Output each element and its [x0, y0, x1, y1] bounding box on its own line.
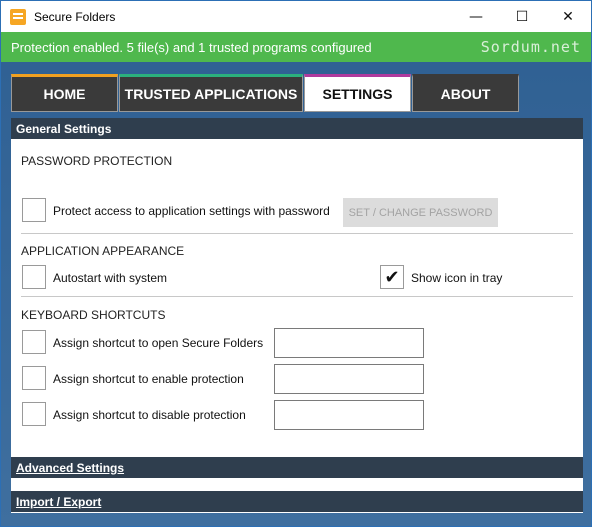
app-icon [10, 8, 26, 25]
tab-settings[interactable]: SETTINGS [304, 74, 411, 112]
shortcut-enable-label: Assign shortcut to enable protection [53, 372, 244, 386]
section-gap [11, 478, 583, 491]
window-controls: — ☐ ✕ [453, 1, 591, 32]
status-text: Protection enabled. 5 file(s) and 1 trus… [11, 39, 372, 55]
set-change-password-button[interactable]: SET / CHANGE PASSWORD [343, 198, 498, 227]
password-protect-checkbox[interactable] [22, 198, 46, 222]
show-tray-icon-label: Show icon in tray [411, 271, 503, 285]
close-button[interactable]: ✕ [545, 1, 591, 32]
shortcut-enable-input[interactable] [274, 364, 424, 394]
maximize-button[interactable]: ☐ [499, 1, 545, 32]
shortcut-disable-checkbox[interactable] [22, 402, 46, 426]
shortcut-open-input[interactable] [274, 328, 424, 358]
autostart-checkbox[interactable] [22, 265, 46, 289]
divider [21, 233, 573, 234]
title-bar[interactable]: Secure Folders — ☐ ✕ [1, 1, 591, 32]
tab-trusted-applications[interactable]: TRUSTED APPLICATIONS [119, 74, 303, 112]
shortcut-enable-checkbox[interactable] [22, 366, 46, 390]
tab-home[interactable]: HOME [11, 74, 118, 112]
general-settings-body: PASSWORD PROTECTION Protect access to ap… [11, 139, 583, 457]
checkmark-icon: ✔ [384, 266, 400, 288]
shortcut-open-label: Assign shortcut to open Secure Folders [53, 336, 264, 350]
general-settings-header[interactable]: General Settings [11, 118, 583, 139]
password-protect-label: Protect access to application settings w… [53, 204, 330, 218]
shortcut-disable-input[interactable] [274, 400, 424, 430]
keyboard-shortcuts-title: KEYBOARD SHORTCUTS [21, 308, 166, 322]
tab-about[interactable]: ABOUT [412, 74, 519, 112]
minimize-button[interactable]: — [453, 1, 499, 32]
shortcut-open-checkbox[interactable] [22, 330, 46, 354]
app-window: Secure Folders — ☐ ✕ Protection enabled.… [0, 0, 592, 527]
shortcut-disable-label: Assign shortcut to disable protection [53, 408, 246, 422]
status-bar: Protection enabled. 5 file(s) and 1 trus… [1, 32, 591, 62]
brand-watermark: Sordum.net [480, 38, 581, 56]
application-appearance-title: APPLICATION APPEARANCE [21, 244, 185, 258]
main-tabs: HOME TRUSTED APPLICATIONS SETTINGS ABOUT [11, 74, 520, 112]
advanced-settings-header[interactable]: Advanced Settings [11, 457, 583, 478]
import-export-header[interactable]: Import / Export [11, 491, 583, 512]
password-protection-title: PASSWORD PROTECTION [21, 154, 173, 168]
divider [21, 296, 573, 297]
autostart-label: Autostart with system [53, 271, 168, 285]
show-tray-icon-checkbox[interactable]: ✔ [380, 265, 404, 289]
window-title: Secure Folders [34, 9, 116, 24]
settings-panel: General Settings PASSWORD PROTECTION Pro… [11, 118, 583, 513]
